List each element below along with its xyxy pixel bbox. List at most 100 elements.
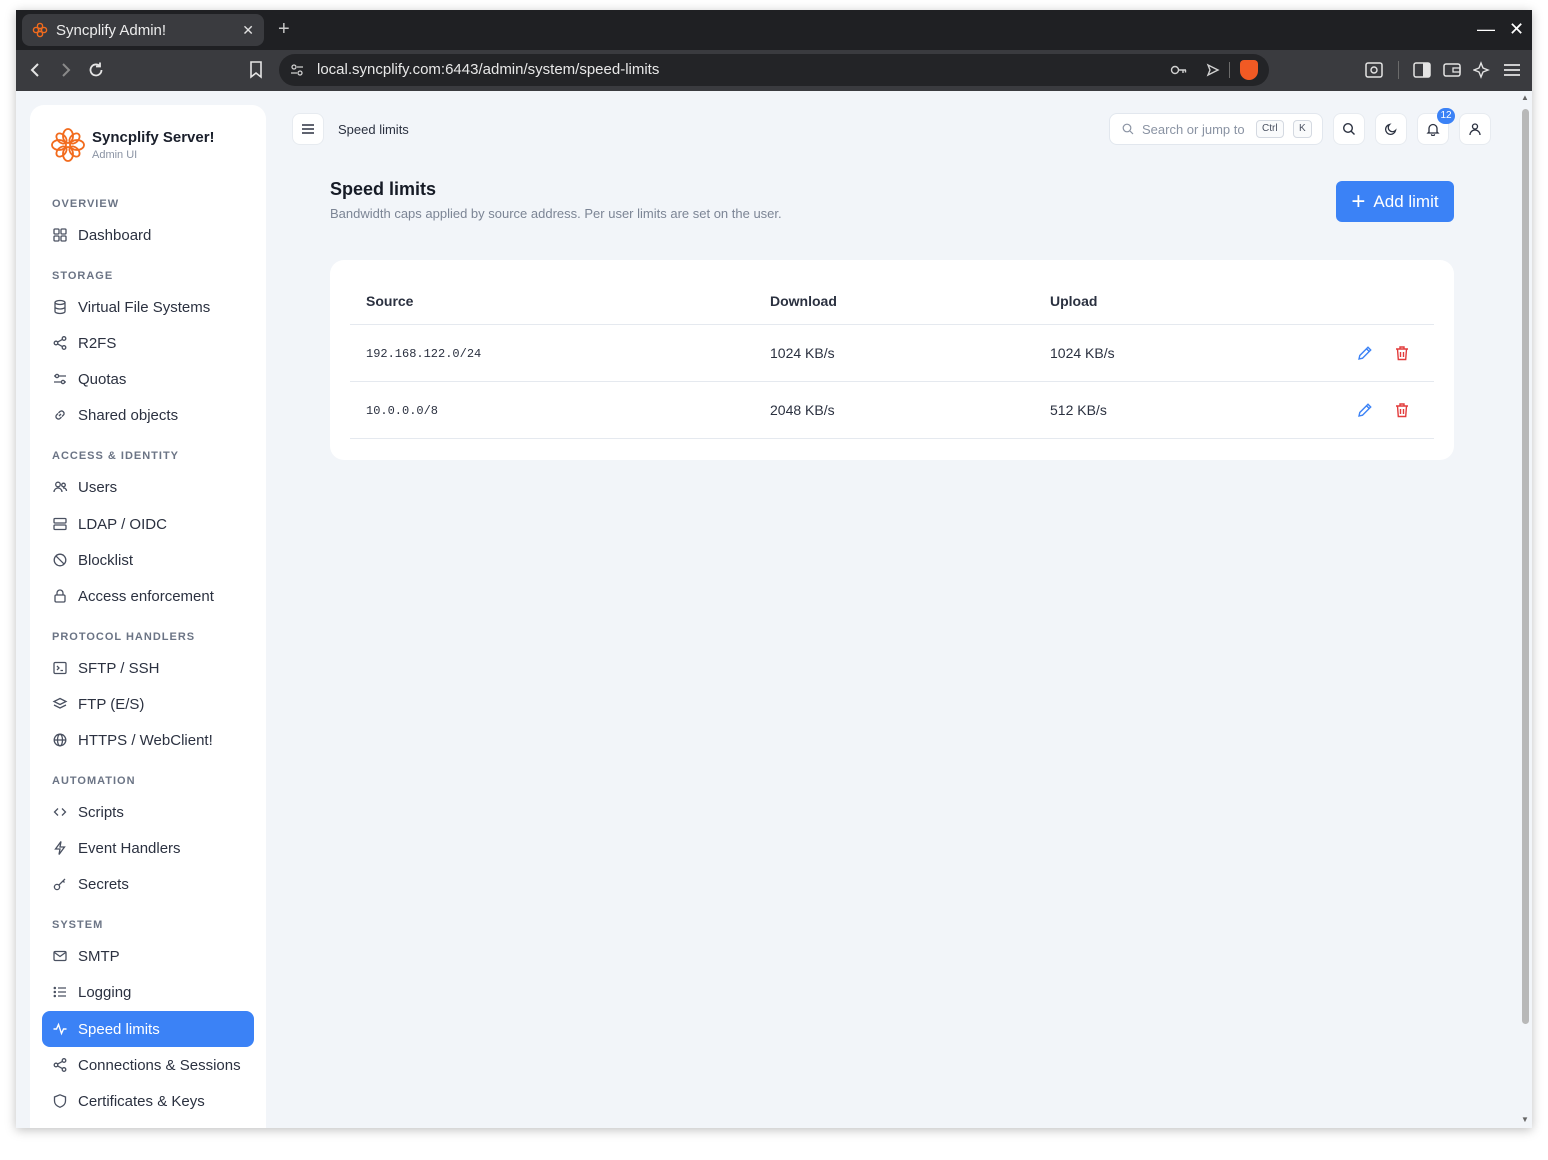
sidebar-item-smtp[interactable]: SMTP [42,938,254,974]
sidebar-item-label: Dashboard [78,226,152,244]
minimize-icon[interactable]: — [1477,18,1495,40]
address-bar[interactable]: local.syncplify.com:6443/admin/system/sp… [279,54,1269,86]
section-system: SYSTEM [52,919,104,931]
page-description: Bandwidth caps applied by source address… [330,206,782,221]
link-icon [55,410,65,420]
url-text: local.syncplify.com:6443/admin/system/sp… [317,61,660,78]
sidebar-item-label: Shared objects [78,406,179,424]
password-key-icon[interactable] [1169,60,1189,80]
code-icon [53,808,67,816]
menu-icon[interactable] [1501,59,1523,81]
sidebar-item-label: Access enforcement [78,587,214,605]
database-icon [54,299,66,315]
reload-icon[interactable] [85,59,107,81]
sidebar-item-label: HTTPS / WebClient! [78,731,213,749]
sidebar-item-users[interactable]: Users [42,469,254,505]
sidebar-item-shared-objects[interactable]: Shared objects [42,397,254,433]
user-icon [1469,123,1481,136]
brave-shield-icon[interactable] [1240,60,1258,80]
wallet-icon[interactable] [1441,59,1463,81]
bell-icon [1426,123,1440,136]
scrollbar-thumb[interactable] [1522,109,1529,1024]
scroll-down-icon[interactable]: ▼ [1521,1115,1529,1124]
search-input[interactable]: Search or jump to Ctrl K [1109,113,1323,145]
sidebar-item-vfs[interactable]: Virtual File Systems [42,289,254,325]
sidebar-item-secrets[interactable]: Secrets [42,866,254,902]
table-row: 10.0.0.0/8 2048 KB/s 512 KB/s [350,382,1434,439]
sidebar-item-sftp[interactable]: SFTP / SSH [42,650,254,686]
lock-icon [54,589,66,603]
delete-icon[interactable] [1393,401,1411,419]
col-source: Source [366,293,414,309]
page-scrollbar[interactable]: ▲ ▼ [1518,91,1532,1128]
sidebar-item-label: Blocklist [78,551,134,569]
delete-icon[interactable] [1393,344,1411,362]
url-separator [1229,62,1230,78]
breadcrumb: Speed limits [338,122,409,137]
user-menu-button[interactable] [1459,113,1491,145]
new-tab-icon[interactable]: + [278,18,290,40]
sidebar-item-label: LDAP / OIDC [78,515,167,533]
sidebar-item-label: Connections & Sessions [78,1056,241,1074]
notifications-button[interactable]: 12 [1417,108,1455,145]
syncplify-favicon-icon [32,22,48,38]
scroll-up-icon[interactable]: ▲ [1521,93,1529,102]
edit-icon[interactable] [1356,401,1374,419]
section-automation: AUTOMATION [52,775,136,787]
tab-close-icon[interactable]: ✕ [242,22,254,39]
sidebar-toggle-icon[interactable] [1411,59,1433,81]
add-limit-button[interactable]: + Add limit [1336,181,1454,222]
toolbar-separator [1398,61,1399,79]
sidebar-item-certificates[interactable]: Certificates & Keys [42,1083,254,1119]
sidebar-item-ftp[interactable]: FTP (E/S) [42,686,254,722]
sidebar-item-speed-limits[interactable]: Speed limits [42,1011,254,1047]
sidebar-item-https[interactable]: HTTPS / WebClient! [42,722,254,758]
sidebar-item-dashboard[interactable]: Dashboard [42,217,254,253]
hamburger-button[interactable] [292,113,324,145]
search-button[interactable] [1333,113,1365,145]
hamburger-icon [302,124,314,134]
back-icon[interactable] [25,59,47,81]
section-overview: OVERVIEW [52,198,120,210]
speed-limits-table: Source Download Upload 192.168.122.0/24 … [330,260,1454,460]
share-nodes-icon [53,336,67,350]
brand[interactable]: Syncplify Server! Admin UI [50,127,215,163]
edit-icon[interactable] [1356,344,1374,362]
sidebar-item-ldap[interactable]: LDAP / OIDC [42,506,254,542]
sidebar-item-logging[interactable]: Logging [42,974,254,1010]
browser-tab[interactable]: Syncplify Admin! ✕ [22,14,264,46]
cell-upload: 1024 KB/s [1050,345,1115,361]
cell-download: 2048 KB/s [770,402,835,418]
close-window-icon[interactable]: ✕ [1509,18,1524,40]
plus-icon: + [1351,187,1366,215]
section-access-identity: ACCESS & IDENTITY [52,450,180,462]
bookmark-icon[interactable] [245,59,267,81]
activity-icon [53,1022,67,1036]
send-icon[interactable] [1203,60,1223,80]
sidebar-item-blocklist[interactable]: Blocklist [42,542,254,578]
globe-icon [53,733,67,747]
sidebar-item-label: Virtual File Systems [78,298,211,316]
sidebar-item-access-enforcement[interactable]: Access enforcement [42,578,254,614]
forward-icon[interactable] [54,59,76,81]
sidebar-item-quotas[interactable]: Quotas [42,361,254,397]
share-nodes-icon [53,1058,67,1072]
sidebar-item-connections[interactable]: Connections & Sessions [42,1047,254,1083]
mail-icon [53,950,67,962]
browser-window: Syncplify Admin! ✕ + — ✕ local.syncplify… [16,10,1532,1128]
notification-badge: 12 [1437,108,1455,124]
leo-ai-icon[interactable] [1471,59,1493,81]
add-limit-label: Add limit [1373,191,1439,211]
users-icon [53,481,68,493]
screenshot-icon[interactable] [1363,59,1385,81]
sidebar-item-label: Quotas [78,370,127,388]
cell-download: 1024 KB/s [770,345,835,361]
brand-name: Syncplify Server! [92,129,215,146]
col-upload: Upload [1050,293,1098,309]
theme-toggle-button[interactable] [1375,113,1407,145]
sidebar-item-scripts[interactable]: Scripts [42,794,254,830]
site-settings-icon[interactable] [287,60,307,80]
sidebar-item-event-handlers[interactable]: Event Handlers [42,830,254,866]
sidebar-item-r2fs[interactable]: R2FS [42,325,254,361]
page: Syncplify Server! Admin UI OVERVIEW Dash… [16,91,1518,1128]
